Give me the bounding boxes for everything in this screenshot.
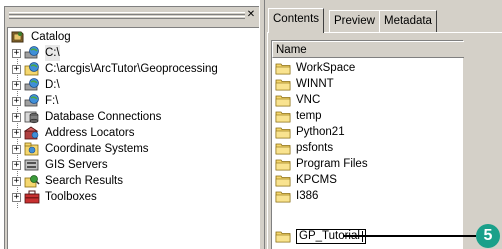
- list-item[interactable]: Program Files: [275, 156, 368, 172]
- drive-connection-icon: [24, 46, 40, 60]
- drive-connection-icon: [24, 94, 40, 108]
- folder-connection-icon: [24, 62, 40, 76]
- gis-servers-icon: [24, 158, 40, 172]
- tree-item-label: C:\: [45, 45, 60, 61]
- tree-item-label: F:\: [45, 95, 59, 107]
- list-item[interactable]: KPCMS: [275, 172, 337, 188]
- callout-leader-line: [343, 235, 476, 237]
- list-item-label: I386: [296, 190, 319, 202]
- tree-item-label: C:\arcgis\ArcTutor\Geoprocessing: [45, 63, 218, 75]
- tab-metadata[interactable]: Metadata: [379, 10, 437, 32]
- tree-item-label: D:\: [45, 79, 60, 91]
- list-item[interactable]: VNC: [275, 92, 320, 108]
- tree-item-database-connections[interactable]: + Database Connections: [12, 109, 161, 125]
- tree-item-c-drive[interactable]: + C:\: [12, 45, 60, 61]
- database-connections-icon: [24, 110, 40, 124]
- expand-toggle-icon[interactable]: +: [12, 144, 21, 154]
- tree-item-search-results[interactable]: + Search Results: [12, 173, 123, 189]
- titlebar-grip: [9, 16, 245, 19]
- expand-toggle-icon[interactable]: +: [12, 64, 21, 74]
- column-header-name[interactable]: Name: [272, 41, 464, 58]
- expand-toggle-icon[interactable]: +: [12, 112, 21, 122]
- search-results-icon: [24, 174, 40, 188]
- tree-item-coordinate-systems[interactable]: + Coordinate Systems: [12, 141, 149, 157]
- list-item-label: psfonts: [296, 142, 334, 154]
- folder-icon: [275, 158, 292, 171]
- list-item[interactable]: WorkSpace: [275, 60, 355, 76]
- tree-item-label: Search Results: [45, 175, 123, 187]
- expand-toggle-icon[interactable]: +: [12, 48, 21, 58]
- expand-toggle-icon[interactable]: +: [12, 128, 21, 138]
- tree-item-label: Database Connections: [45, 111, 162, 123]
- tree-item-address-locators[interactable]: + Address Locators: [12, 125, 135, 141]
- folder-icon: [275, 94, 292, 107]
- tree-item-label: Coordinate Systems: [45, 143, 149, 155]
- list-item-label: WorkSpace: [296, 62, 356, 74]
- tree-root-label: Catalog: [31, 31, 71, 43]
- drive-connection-icon: [24, 78, 40, 92]
- folder-icon: [275, 62, 292, 75]
- folder-icon: [275, 190, 292, 203]
- expand-toggle-icon[interactable]: +: [12, 96, 21, 106]
- list-item-label: Python21: [296, 126, 345, 138]
- expand-toggle-icon[interactable]: +: [12, 176, 21, 186]
- list-item[interactable]: I386: [275, 188, 318, 204]
- expand-toggle-icon[interactable]: +: [12, 160, 21, 170]
- tree-item-label: Toolboxes: [45, 191, 97, 203]
- close-icon[interactable]: ✕: [245, 9, 257, 21]
- tab-preview[interactable]: Preview: [329, 10, 380, 32]
- tree-item-geoprocessing-folder[interactable]: + C:\arcgis\ArcTutor\Geoprocessing: [12, 61, 218, 77]
- catalog-root-icon: [10, 30, 26, 44]
- list-item[interactable]: temp: [275, 108, 322, 124]
- tree-item-d-drive[interactable]: + D:\: [12, 77, 60, 93]
- folder-icon: [275, 78, 292, 91]
- list-item-label: KPCMS: [296, 174, 337, 186]
- list-item-label: temp: [296, 110, 322, 122]
- folder-icon: [275, 110, 292, 123]
- list-item[interactable]: WINNT: [275, 76, 334, 92]
- tree-item-label: Address Locators: [45, 127, 135, 139]
- list-item[interactable]: psfonts: [275, 140, 333, 156]
- list-item-label: Program Files: [296, 158, 368, 170]
- list-item[interactable]: Python21: [275, 124, 345, 140]
- tree-root-catalog[interactable]: Catalog: [10, 29, 71, 45]
- list-item-label: VNC: [296, 94, 321, 106]
- tree-item-f-drive[interactable]: + F:\: [12, 93, 58, 109]
- tree-item-label: GIS Servers: [45, 159, 108, 171]
- folder-icon: [275, 142, 292, 155]
- tab-contents[interactable]: Contents: [268, 8, 325, 33]
- titlebar-grip: [9, 12, 245, 15]
- contents-pane: Contents Preview Metadata Name WorkSpace…: [265, 0, 502, 249]
- catalog-tree: Catalog + C:\ + C:\arcgis\ArcTutor\Geopr…: [7, 27, 260, 249]
- address-locators-icon: [23, 126, 40, 140]
- tree-item-gis-servers[interactable]: + GIS Servers: [12, 157, 108, 173]
- coordinate-systems-icon: [24, 142, 40, 156]
- toolboxes-icon: [24, 190, 40, 204]
- folder-icon: [275, 174, 292, 187]
- catalog-tree-pane: ✕ Catalog + C:\ + C:\arcgis\ArcTutor\Geo…: [4, 6, 260, 249]
- list-item-label: WINNT: [296, 78, 334, 90]
- step-callout-badge: 5: [476, 224, 500, 248]
- tree-item-toolboxes[interactable]: + Toolboxes: [12, 189, 97, 205]
- expand-toggle-icon[interactable]: +: [12, 80, 21, 90]
- expand-toggle-icon[interactable]: +: [12, 192, 21, 202]
- catalog-tree-titlebar[interactable]: ✕: [5, 7, 258, 25]
- folder-icon: [275, 230, 292, 243]
- contents-list: Name WorkSpace WINNT VNC temp Python21 p…: [271, 40, 464, 249]
- folder-icon: [275, 126, 292, 139]
